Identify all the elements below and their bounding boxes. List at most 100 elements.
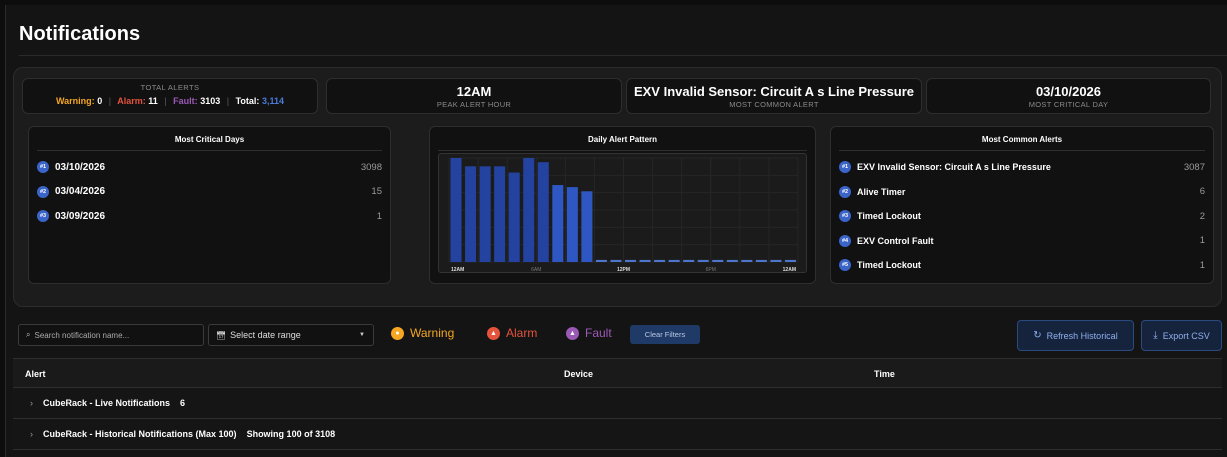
alert-bar[interactable] — [755, 259, 767, 262]
rank-badge: #4 — [839, 234, 851, 247]
alarm-count: 11 — [148, 96, 158, 106]
alert-bar[interactable] — [566, 187, 578, 262]
x-tick-label: 12PM — [617, 267, 630, 273]
common-alert-row[interactable]: #3 Timed Lockout 2 — [831, 204, 1213, 229]
alert-bar[interactable] — [654, 259, 666, 262]
group-row-historical[interactable]: › CubeRack - Historical Notifications (M… — [13, 419, 1222, 450]
common-alert-row[interactable]: #1 EXV Invalid Sensor: Circuit A s Line … — [831, 155, 1213, 180]
total-alerts-title: TOTAL ALERTS — [140, 83, 200, 92]
common-alert-count: 6 — [1199, 186, 1205, 198]
alert-bar[interactable] — [465, 166, 477, 262]
alert-bar[interactable] — [741, 259, 753, 262]
critical-days-panel: Most Critical Days #1 03/10/2026 3098 #2… — [28, 126, 391, 284]
common-alert-value: EXV Invalid Sensor: Circuit A s Line Pre… — [633, 84, 915, 99]
refresh-label: Refresh Historical — [1046, 330, 1118, 341]
chevron-right-icon: › — [30, 429, 33, 439]
total-alerts-card: TOTAL ALERTS Warning: 0 | Alarm: 11 | Fa… — [22, 78, 318, 114]
common-alert-row[interactable]: #4 EXV Control Fault 1 — [831, 229, 1213, 254]
x-tick-label: 6PM — [706, 267, 716, 273]
rank-badge: #1 — [839, 161, 851, 174]
alert-bar[interactable] — [494, 166, 506, 262]
group-name: CubeRack - Live Notifications — [43, 398, 171, 408]
alert-bar[interactable] — [537, 162, 549, 262]
common-alert-name: Timed Lockout — [857, 211, 921, 222]
separator: | — [226, 96, 230, 106]
chevron-right-icon: › — [30, 398, 33, 408]
common-alert-row[interactable]: #5 Timed Lockout 1 — [831, 253, 1213, 278]
date-range-select[interactable]: 📅︎ Select date range ▼ — [208, 324, 374, 346]
total-count: 3,114 — [261, 96, 284, 106]
critical-day-date: 03/10/2026 — [55, 161, 106, 173]
alert-bar[interactable] — [668, 259, 680, 262]
peak-hour-value: 12AM — [456, 84, 492, 99]
alert-bar[interactable] — [479, 166, 491, 262]
common-alert-name: EXV Control Fault — [857, 235, 934, 246]
common-alert-count: 3087 — [1183, 161, 1205, 173]
alert-bar[interactable] — [726, 259, 738, 262]
alert-bar[interactable] — [697, 259, 709, 262]
alarm-label: Alarm: — [117, 96, 146, 106]
common-alerts-panel: Most Common Alerts #1 EXV Invalid Sensor… — [830, 126, 1214, 284]
date-range-label: Select date range — [230, 330, 301, 340]
alert-bar[interactable] — [610, 259, 622, 262]
daily-pattern-svg: 12AM 6AM 12PM 6PM 12AM — [448, 157, 799, 273]
alert-bar[interactable] — [770, 259, 782, 262]
notifications-table: Alert Device Time › CubeRack - Live Noti… — [13, 358, 1222, 457]
common-alert-name: Alive Timer — [857, 186, 906, 197]
critical-day-row[interactable]: #3 03/09/2026 1 — [29, 204, 390, 229]
alert-bar[interactable] — [552, 185, 564, 262]
column-header-time[interactable]: Time — [874, 369, 895, 379]
common-alert-card: EXV Invalid Sensor: Circuit A s Line Pre… — [626, 78, 922, 114]
critical-day-date: 03/09/2026 — [55, 210, 106, 222]
search-icon: ⌕ — [26, 330, 31, 339]
alert-bar[interactable] — [508, 172, 520, 262]
title-divider — [19, 55, 1227, 56]
common-alert-row[interactable]: #2 Alive Timer 6 — [831, 180, 1213, 205]
rank-badge: #3 — [839, 210, 851, 223]
fault-filter[interactable]: ▲ Fault — [566, 326, 612, 340]
search-input[interactable]: ⌕ Search notification name... — [18, 324, 204, 346]
alert-bar[interactable] — [581, 191, 593, 262]
critical-day-count: 1 — [376, 210, 382, 222]
alert-bar[interactable] — [595, 259, 607, 262]
alert-bar[interactable] — [523, 158, 535, 262]
group-showing: Showing 100 of 3108 — [246, 429, 336, 439]
summary-dashboard: TOTAL ALERTS Warning: 0 | Alarm: 11 | Fa… — [13, 67, 1222, 307]
critical-day-row[interactable]: #1 03/10/2026 3098 — [29, 155, 390, 180]
x-tick-label: 12AM — [783, 267, 796, 273]
column-header-device[interactable]: Device — [564, 369, 593, 379]
critical-day-label: MOST CRITICAL DAY — [1028, 100, 1109, 109]
peak-hour-label: PEAK ALERT HOUR — [436, 100, 512, 109]
warning-icon: ● — [391, 326, 404, 340]
alert-bar[interactable] — [683, 259, 695, 262]
critical-day-row[interactable]: #2 03/04/2026 15 — [29, 180, 390, 205]
alert-bar[interactable] — [639, 259, 651, 262]
warning-filter-label: Warning — [410, 326, 455, 340]
column-header-alert[interactable]: Alert — [25, 369, 46, 379]
alarm-icon: ▲ — [487, 326, 500, 340]
separator: | — [164, 96, 167, 106]
clear-filters-button[interactable]: Clear Filters — [630, 325, 700, 344]
alert-bar[interactable] — [625, 259, 637, 262]
table-header: Alert Device Time — [13, 358, 1222, 388]
rank-badge: #3 — [37, 210, 49, 223]
export-label: Export CSV — [1162, 330, 1210, 341]
alert-bar[interactable] — [450, 158, 462, 262]
x-tick-label: 12AM — [451, 267, 464, 273]
export-csv-button[interactable]: ⤓ Export CSV — [1141, 320, 1222, 351]
refresh-historical-button[interactable]: ↻ Refresh Historical — [1017, 320, 1134, 351]
group-name: CubeRack - Historical Notifications (Max… — [43, 429, 237, 439]
group-row-live[interactable]: › CubeRack - Live Notifications 6 — [13, 388, 1222, 419]
common-alert-count: 2 — [1199, 210, 1205, 222]
search-placeholder: Search notification name... — [34, 330, 130, 340]
daily-pattern-title: Daily Alert Pattern — [438, 127, 807, 151]
alarm-filter[interactable]: ▲ Alarm — [487, 326, 537, 340]
fault-label: Fault: — [173, 96, 198, 106]
refresh-icon: ↻ — [1033, 330, 1042, 341]
warning-filter[interactable]: ● Warning — [391, 326, 454, 340]
common-alerts-title: Most Common Alerts — [839, 127, 1205, 151]
common-alert-name: EXV Invalid Sensor: Circuit A s Line Pre… — [857, 162, 1051, 173]
alert-bar[interactable] — [784, 259, 796, 262]
alert-bar[interactable] — [712, 259, 724, 262]
fault-count: 3103 — [200, 96, 221, 106]
